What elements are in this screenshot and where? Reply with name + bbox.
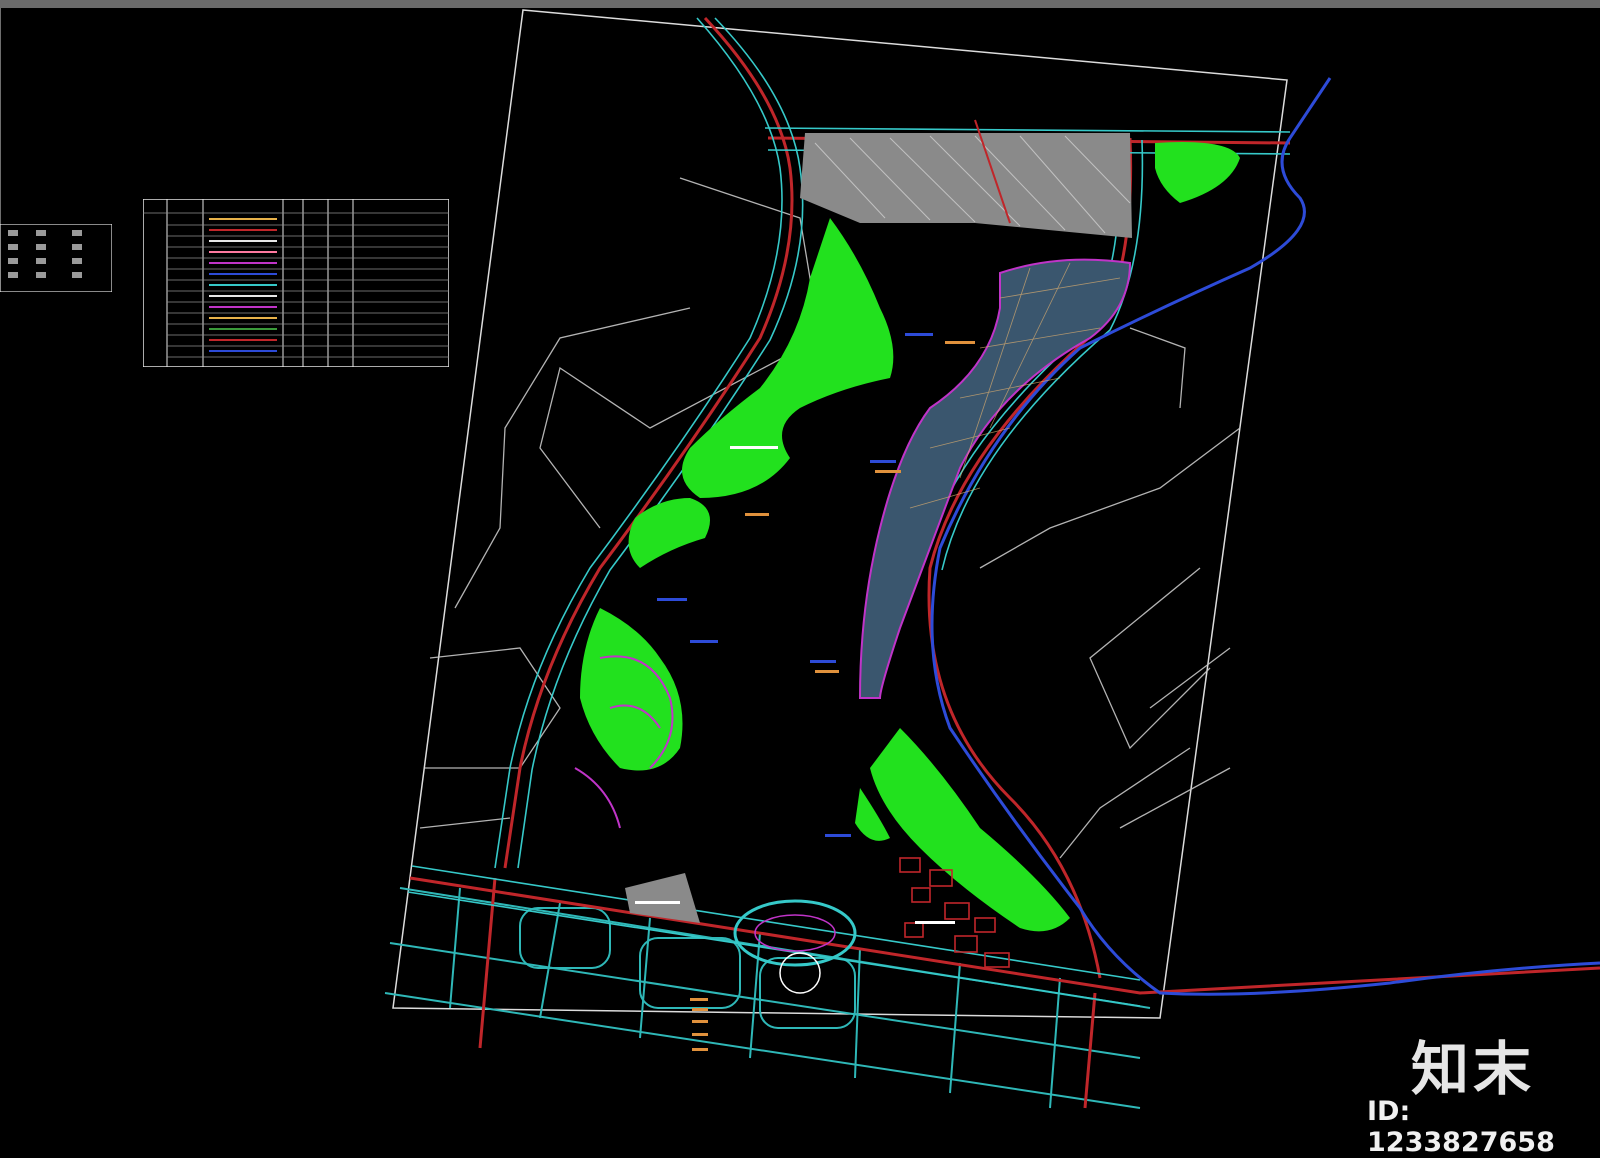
asset-id-label: ID: 1233827658 xyxy=(1367,1096,1555,1158)
south-plaza xyxy=(733,899,857,994)
north-hatched-zone xyxy=(800,119,1132,238)
brand-logo: 知末 xyxy=(1411,1035,1536,1103)
legend-fragment xyxy=(0,224,112,292)
legend-table xyxy=(143,199,449,367)
window-top-bar xyxy=(0,0,1600,8)
east-grid-zone xyxy=(858,258,1132,699)
site-plan-drawing xyxy=(0,8,1600,1109)
bottom-mini-legend xyxy=(690,998,708,1051)
drawing-canvas[interactable] xyxy=(0,8,1600,1154)
south-hatched-zone xyxy=(625,873,700,923)
